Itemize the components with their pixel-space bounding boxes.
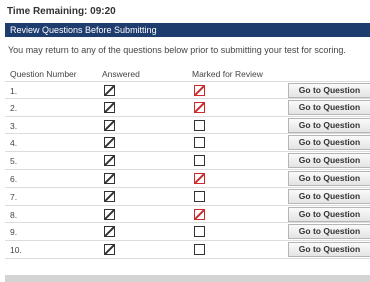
question-number: 8. [10,209,18,220]
question-number: 3. [10,120,18,131]
column-header-answered: Answered [102,69,140,79]
table-row: 1. Go to Question [5,81,370,99]
not-marked-icon [194,226,205,238]
go-to-question-button[interactable]: Go to Question [288,224,370,240]
table-row: 5. Go to Question [5,152,370,170]
marked-for-review-icon [194,101,205,113]
table-row: 4. Go to Question [5,134,370,153]
go-to-question-button[interactable]: Go to Question [288,117,370,133]
table-header: Question Number Answered Marked for Revi… [5,69,370,80]
question-number: 2. [10,102,18,113]
go-to-question-button[interactable]: Go to Question [288,188,370,204]
table-row: 2. Go to Question [5,99,370,117]
marked-for-review-icon [194,172,205,184]
answered-checked-icon [104,137,115,149]
not-marked-icon [194,155,205,167]
footer-bar [5,275,370,282]
instructions-text: You may return to any of the questions b… [8,45,346,55]
not-marked-icon [194,244,205,256]
table-row: 3. Go to Question [5,117,370,135]
table-row: 6. Go to Question [5,170,370,188]
table-row: 7. Go to Question [5,188,370,206]
time-remaining-label: Time Remaining: [7,6,88,17]
go-to-question-button[interactable]: Go to Question [288,99,370,115]
answered-checked-icon [104,85,115,96]
not-marked-icon [194,119,205,131]
question-table: 1. Go to Question 2. Go to Question 3. Go to … [5,81,370,259]
answered-checked-icon [104,208,115,220]
answered-checked-icon [104,155,115,167]
question-number: 7. [10,191,18,202]
marked-for-review-icon [194,208,205,220]
table-row: 10. Go to Question [5,241,370,259]
question-number: 6. [10,173,18,184]
go-to-question-button[interactable]: Go to Question [288,242,370,258]
answered-checked-icon [104,119,115,131]
time-remaining-value: 09:20 [90,6,116,17]
column-header-marked: Marked for Review [192,69,263,79]
table-row: 8. Go to Question [5,206,370,224]
not-marked-icon [194,190,205,202]
go-to-question-button[interactable]: Go to Question [288,135,370,151]
question-number: 4. [10,138,18,149]
section-title: Review Questions Before Submitting [10,25,157,35]
answered-checked-icon [104,172,115,184]
go-to-question-button[interactable]: Go to Question [288,83,370,98]
time-remaining: Time Remaining: 09:20 [7,6,116,17]
not-marked-icon [194,137,205,149]
question-number: 10. [10,245,22,256]
question-number: 5. [10,156,18,167]
marked-for-review-icon [194,85,205,96]
answered-checked-icon [104,101,115,113]
go-to-question-button[interactable]: Go to Question [288,206,370,222]
section-title-bar: Review Questions Before Submitting [5,23,370,37]
table-row: 9. Go to Question [5,223,370,242]
answered-checked-icon [104,226,115,238]
answered-checked-icon [104,244,115,256]
go-to-question-button[interactable]: Go to Question [288,153,370,169]
column-header-number: Question Number [10,69,77,79]
question-number: 9. [10,227,18,238]
answered-checked-icon [104,190,115,202]
question-number: 1. [10,86,18,96]
go-to-question-button[interactable]: Go to Question [288,170,370,186]
